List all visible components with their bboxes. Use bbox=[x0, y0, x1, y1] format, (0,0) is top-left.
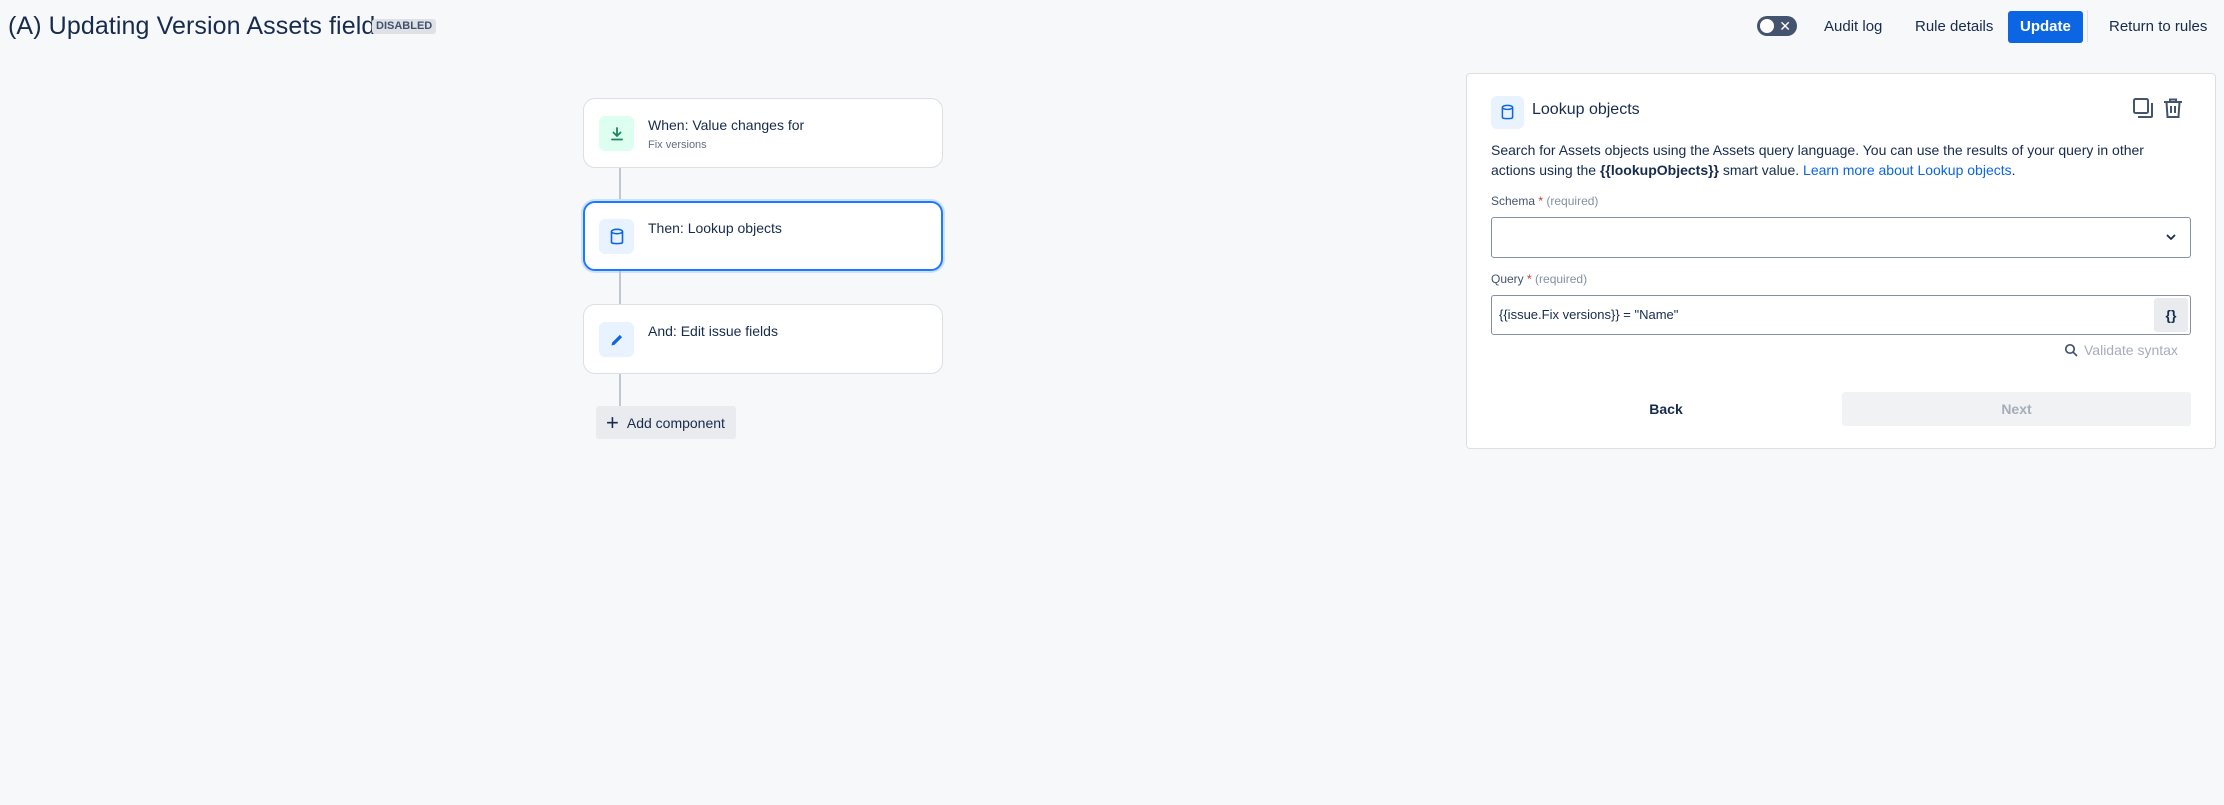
trigger-card[interactable]: When: Value changes for Fix versions bbox=[583, 98, 943, 168]
schema-label: Schema * (required) bbox=[1491, 194, 1598, 208]
lookup-objects-label: Then: Lookup objects bbox=[648, 220, 782, 236]
add-component-button[interactable]: + Add component bbox=[596, 406, 736, 439]
duplicate-icon[interactable] bbox=[2131, 96, 2155, 125]
trigger-sublabel: Fix versions bbox=[648, 139, 707, 151]
add-component-label: Add component bbox=[626, 414, 725, 431]
flow-connector bbox=[619, 271, 621, 304]
rule-details-button[interactable]: Rule details bbox=[1905, 11, 2003, 43]
return-to-rules-button[interactable]: Return to rules bbox=[2099, 11, 2217, 43]
lookup-objects-card[interactable]: Then: Lookup objects bbox=[583, 201, 943, 271]
toggle-knob bbox=[1760, 19, 1774, 33]
query-input[interactable]: {{issue.Fix versions}} = "Name" {} bbox=[1491, 295, 2191, 335]
status-badge: DISABLED bbox=[372, 19, 437, 34]
description-text: . bbox=[2011, 162, 2016, 178]
audit-log-button[interactable]: Audit log bbox=[1814, 11, 1892, 43]
pencil-icon bbox=[599, 322, 634, 357]
smart-value-text: {{lookupObjects}} bbox=[1599, 162, 1719, 178]
learn-more-link[interactable]: Learn more about Lookup objects bbox=[1803, 162, 2012, 178]
page-title: (A) Updating Version Assets field bbox=[8, 12, 376, 40]
edit-issue-fields-card[interactable]: And: Edit issue fields bbox=[583, 304, 943, 374]
trigger-label: When: Value changes for bbox=[648, 117, 805, 133]
next-button[interactable]: Next bbox=[1842, 392, 2191, 426]
smart-value-braces-button[interactable]: {} bbox=[2154, 298, 2188, 332]
description-text: smart value. bbox=[1719, 162, 1804, 178]
schema-select[interactable] bbox=[1491, 217, 2191, 258]
flow-connector bbox=[619, 374, 621, 406]
validate-syntax-label: Validate syntax bbox=[2084, 342, 2178, 358]
download-arrow-icon bbox=[599, 116, 634, 151]
query-value: {{issue.Fix versions}} = "Name" bbox=[1499, 307, 1679, 322]
trash-icon[interactable] bbox=[2161, 96, 2185, 125]
schema-label-text: Schema bbox=[1491, 194, 1536, 208]
required-star: * bbox=[1527, 272, 1532, 286]
panel-title: Lookup objects bbox=[1532, 101, 1640, 118]
rule-enable-toggle[interactable]: ✕ bbox=[1757, 16, 1797, 36]
plus-icon: + bbox=[606, 409, 619, 435]
panel-description: Search for Assets objects using the Asse… bbox=[1491, 140, 2191, 180]
required-text: (required) bbox=[1546, 194, 1599, 208]
back-button[interactable]: Back bbox=[1491, 392, 1841, 426]
cylinder-icon bbox=[599, 219, 634, 254]
component-config-panel: Lookup objects Search for Assets objects… bbox=[1466, 73, 2216, 449]
query-label-text: Query bbox=[1491, 272, 1524, 286]
edit-issue-fields-label: And: Edit issue fields bbox=[648, 323, 778, 339]
header-divider bbox=[2087, 10, 2088, 42]
close-icon: ✕ bbox=[1779, 18, 1791, 34]
query-label: Query * (required) bbox=[1491, 272, 1587, 286]
required-text: (required) bbox=[1535, 272, 1588, 286]
update-button[interactable]: Update bbox=[2008, 11, 2083, 43]
search-icon bbox=[2064, 343, 2078, 357]
flow-connector bbox=[619, 168, 621, 201]
header-bar: (A) Updating Version Assets field DISABL… bbox=[0, 0, 2224, 52]
cylinder-icon bbox=[1491, 96, 1524, 129]
chevron-down-icon bbox=[2164, 230, 2178, 249]
validate-syntax-button[interactable]: Validate syntax bbox=[2064, 342, 2178, 358]
required-star: * bbox=[1538, 194, 1544, 208]
